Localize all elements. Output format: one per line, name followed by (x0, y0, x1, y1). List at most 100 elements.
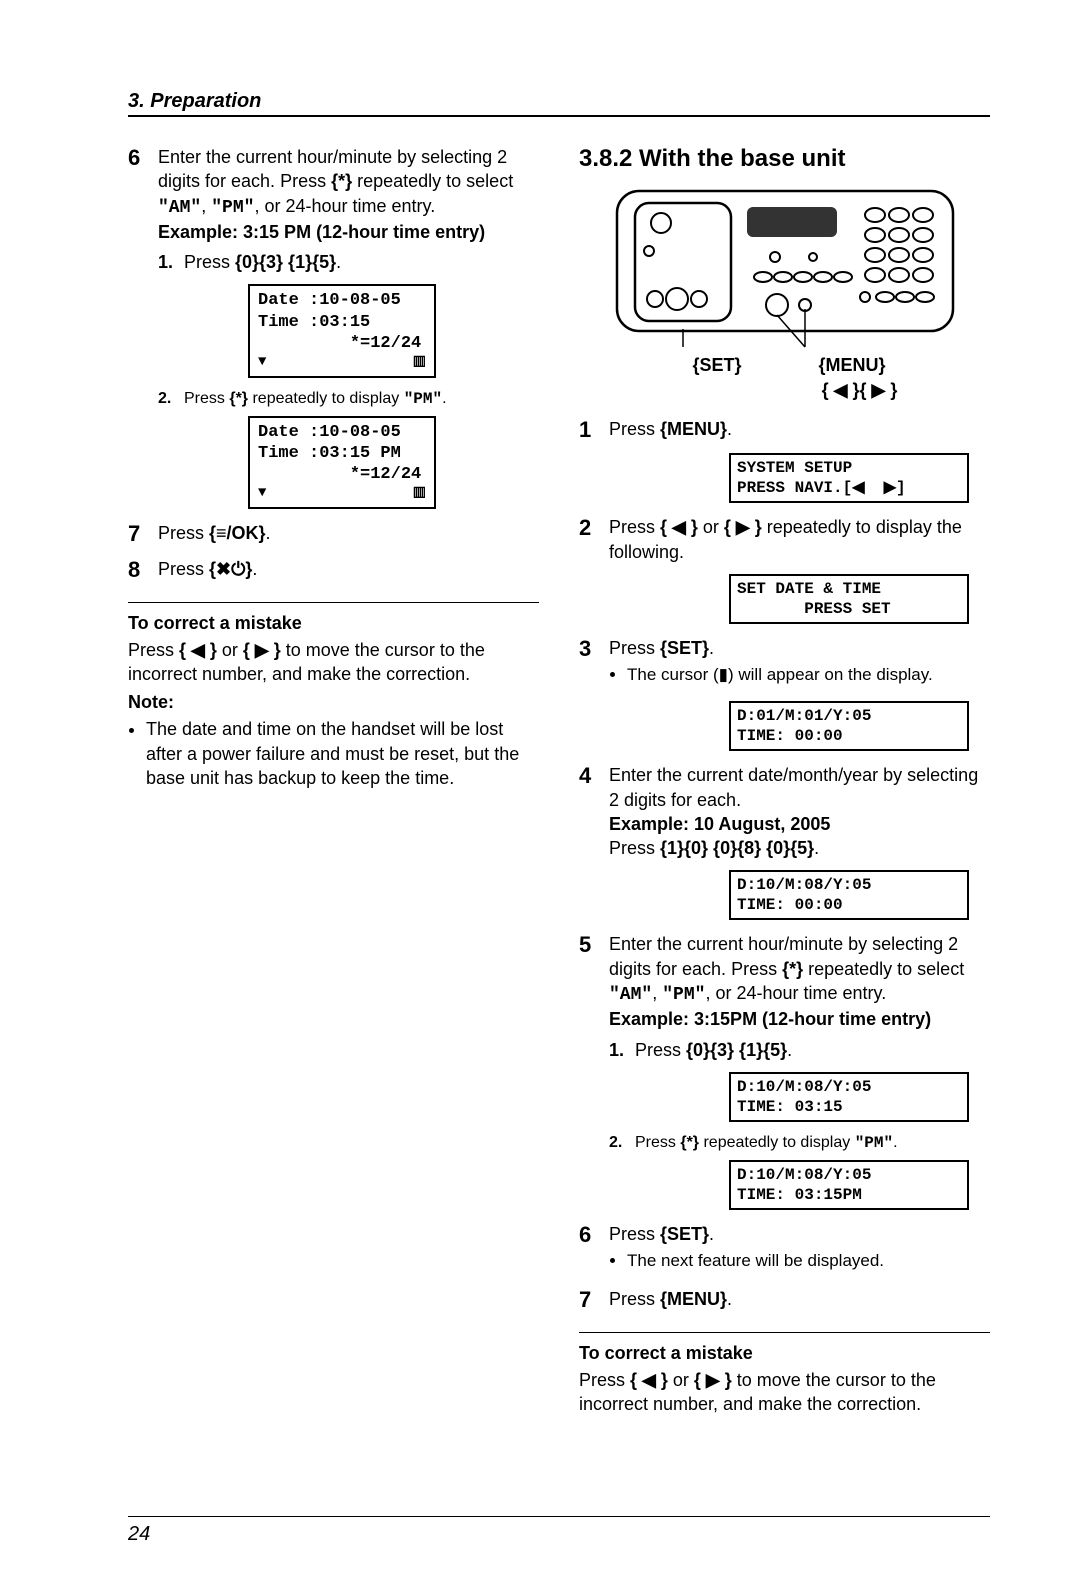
txt: . (814, 838, 819, 858)
lcd-text: Date :10-08-05 Time :03:15 PM *=12/24 (258, 423, 421, 485)
step-6-num: 6 (128, 145, 158, 274)
txt: Press (609, 638, 660, 658)
txt: or (698, 517, 724, 537)
r-step-7-body: Press {MENU}. (609, 1287, 990, 1313)
txt: . (727, 419, 732, 439)
txt: , or 24-hour time entry. (705, 983, 886, 1003)
q-am: "AM" (609, 985, 652, 1005)
sub-1-num: 1. (609, 1038, 635, 1062)
txt: . (252, 559, 257, 579)
antenna-icon (258, 485, 266, 503)
txt: Enter the current date/month/year by sel… (609, 765, 978, 809)
txt: Press (579, 1370, 630, 1390)
txt: or (217, 640, 243, 660)
bullet: The next feature will be displayed. (627, 1250, 990, 1273)
step-6-body: Enter the current hour/minute by selecti… (158, 145, 539, 274)
step-8-body: Press {✖⏻}. (158, 557, 539, 583)
key-star: {*} (680, 1134, 699, 1151)
txt: , (652, 983, 662, 1003)
key-left: { ◀ } (630, 1370, 668, 1390)
txt: Press (635, 1134, 680, 1151)
sub-1-body: Press {0}{3} {1}{5}. (184, 250, 341, 274)
txt: Press (184, 252, 235, 272)
lcd-r5a: D:10/M:08/Y:05 TIME: 03:15 (729, 1072, 969, 1122)
r-step-4-body: Enter the current date/month/year by sel… (609, 763, 990, 860)
sub-2-body: Press {*} repeatedly to display "PM". (635, 1134, 898, 1152)
txt: Press (609, 1224, 660, 1244)
txt: Press (635, 1040, 686, 1060)
bullet: The cursor (▮) will appear on the displa… (627, 664, 990, 687)
separator (579, 1332, 990, 1333)
txt: . (442, 390, 446, 407)
r-step-4-num: 4 (579, 763, 609, 860)
txt: . (709, 1224, 714, 1244)
txt: Press (609, 419, 660, 439)
txt: Press (609, 1289, 660, 1309)
txt: Press (158, 523, 209, 543)
example: Example: 3:15PM (12-hour time entry) (609, 1007, 990, 1031)
key-ok: {≡/OK} (209, 523, 266, 543)
key-star: {*} (331, 171, 352, 191)
note-list: The date and time on the handset will be… (128, 717, 539, 790)
r-step-6-num: 6 (579, 1222, 609, 1277)
lcd-r3: D:01/M:01/Y:05 TIME: 00:00 (729, 701, 969, 751)
note-item: The date and time on the handset will be… (146, 717, 539, 790)
r-step-2-num: 2 (579, 515, 609, 564)
page-header-title: 3. Preparation (128, 90, 261, 113)
r-step-7-num: 7 (579, 1287, 609, 1313)
note-heading: Note: (128, 692, 539, 713)
q-pm: "PM" (662, 985, 705, 1005)
label-menu: {MENU} (797, 355, 907, 376)
r-step-1-body: Press {MENU}. (609, 417, 990, 443)
txt: repeatedly to display (699, 1134, 855, 1151)
correct-heading-r: To correct a mistake (579, 1343, 990, 1364)
sub-2-num: 2. (609, 1134, 635, 1152)
keys: {1}{0} {0}{8} {0}{5} (660, 838, 814, 858)
step-7-body: Press {≡/OK}. (158, 521, 539, 547)
antenna-icon (258, 354, 266, 372)
key-menu: {MENU} (660, 1289, 727, 1309)
step-8-num: 8 (128, 557, 158, 583)
label-set: {SET} (662, 355, 772, 376)
lcd-r1: SYSTEM SETUP PRESS NAVI.[◀ ▶] (729, 453, 969, 503)
correct-text-r: Press { ◀ } or { ▶ } to move the cursor … (579, 1368, 990, 1417)
txt: . (709, 638, 714, 658)
correct-heading: To correct a mistake (128, 613, 539, 634)
txt: . (893, 1134, 897, 1151)
keys: {0}{3} {1}{5} (686, 1040, 787, 1060)
quote-pm: "PM" (211, 198, 254, 218)
label-arrows: { ◀ }{ ▶ } (822, 380, 898, 401)
lcd-r4: D:10/M:08/Y:05 TIME: 00:00 (729, 870, 969, 920)
txt: Press (609, 838, 660, 858)
r-step-5-num: 5 (579, 932, 609, 1061)
key-power: {✖⏻} (209, 559, 252, 579)
txt: Press (158, 559, 209, 579)
txt: . (787, 1040, 792, 1060)
example-label: Example: 3:15 PM (12-hour time entry) (158, 220, 539, 244)
txt: repeatedly to select (803, 959, 964, 979)
txt: . (336, 252, 341, 272)
txt: , (201, 196, 211, 216)
keys: {0}{3} {1}{5} (235, 252, 336, 272)
key-right: { ▶ } (694, 1370, 732, 1390)
sub-1-body: Press {0}{3} {1}{5}. (635, 1038, 792, 1062)
txt: repeatedly to display (248, 390, 404, 407)
r-step-2-body: Press { ◀ } or { ▶ } repeatedly to displ… (609, 515, 990, 564)
txt: Press (128, 640, 179, 660)
lcd-display-2: Date :10-08-05 Time :03:15 PM *=12/24 ▥ (248, 416, 436, 509)
separator (128, 602, 539, 603)
txt: or (668, 1370, 694, 1390)
txt: , or 24-hour time entry. (254, 196, 435, 216)
txt: Press (184, 390, 229, 407)
key-star: {*} (782, 959, 803, 979)
battery-icon: ▥ (413, 485, 426, 503)
q-pm: "PM" (855, 1134, 893, 1152)
battery-icon: ▥ (413, 354, 426, 372)
lcd-display-1: Date :10-08-05 Time :03:15 *=12/24 ▥ (248, 284, 436, 377)
sub-2-body: Press {*} repeatedly to display "PM". (184, 390, 447, 408)
section-title: 3.8.2 With the base unit (579, 145, 990, 173)
txt: . (266, 523, 271, 543)
key-right: { ▶ } (724, 517, 762, 537)
key-left: { ◀ } (179, 640, 217, 660)
key-menu: {MENU} (660, 419, 727, 439)
